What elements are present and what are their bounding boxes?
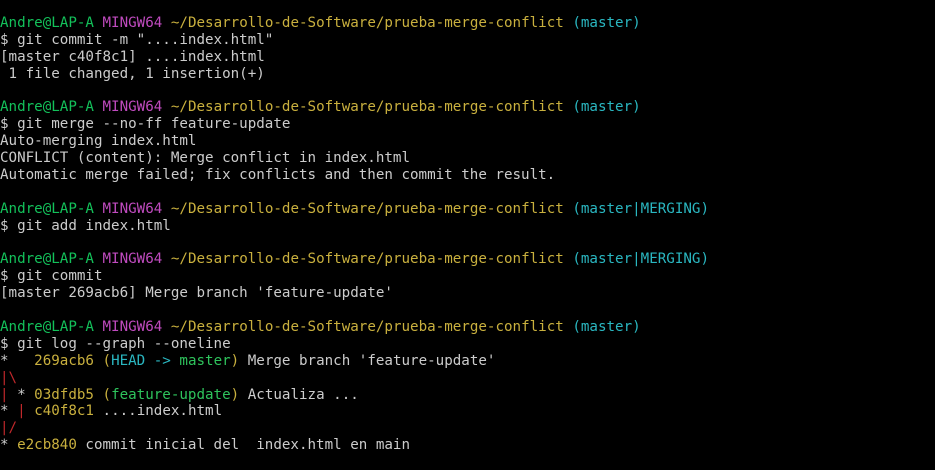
- terminal-line: * e2cb840 commit inicial del index.html …: [0, 437, 935, 454]
- terminal-line: [master c40f8c1] ....index.html: [0, 49, 935, 66]
- terminal-text-segment: ): [230, 352, 240, 369]
- terminal-text-segment: |: [17, 403, 26, 420]
- terminal-line: $ git commit: [0, 268, 935, 285]
- terminal-text-segment: MINGW64: [102, 251, 163, 268]
- terminal-text-segment: (master): [563, 319, 641, 336]
- terminal-text-segment: HEAD ->: [111, 352, 180, 369]
- terminal-line: [master 269acb6] Merge branch 'feature-u…: [0, 285, 935, 302]
- terminal-text-segment: c40f8c1: [34, 403, 94, 420]
- terminal-text-segment: Actualiza ...: [239, 386, 359, 403]
- terminal-window[interactable]: Andre@LAP-A MINGW64 ~/Desarrollo-de-Soft…: [0, 15, 935, 454]
- terminal-text-segment: *: [0, 403, 18, 420]
- terminal-line: Automatic merge failed; fix conflicts an…: [0, 167, 935, 184]
- terminal-text-segment: ~/Desarrollo-de-Software/prueba-merge-co…: [170, 319, 564, 336]
- terminal-text-segment: |\: [0, 369, 18, 386]
- terminal-text-segment: Andre@LAP-A: [0, 319, 94, 336]
- terminal-text-segment: 1 file changed, 1 insertion(+): [0, 65, 265, 82]
- terminal-text-segment: MINGW64: [102, 200, 163, 217]
- terminal-text-segment: $ git add index.html: [0, 217, 171, 234]
- terminal-text-segment: 269acb6: [34, 352, 94, 369]
- terminal-line: |\: [0, 370, 935, 387]
- terminal-line: Andre@LAP-A MINGW64 ~/Desarrollo-de-Soft…: [0, 251, 935, 268]
- terminal-line: $ git add index.html: [0, 218, 935, 235]
- terminal-text-segment: $ git log --graph --oneline: [0, 335, 231, 352]
- terminal-text-segment: Andre@LAP-A: [0, 15, 94, 31]
- terminal-text-segment: ~/Desarrollo-de-Software/prueba-merge-co…: [170, 200, 564, 217]
- terminal-line: CONFLICT (content): Merge conflict in in…: [0, 150, 935, 167]
- terminal-text-segment: Andre@LAP-A: [0, 99, 94, 116]
- terminal-text-segment: |: [0, 386, 9, 403]
- terminal-text-segment: $ git commit: [0, 268, 103, 285]
- terminal-text-segment: Merge branch 'feature-update': [239, 352, 496, 369]
- terminal-text-segment: *: [0, 437, 18, 454]
- terminal-text-segment: ): [230, 386, 240, 403]
- terminal-text-segment: MINGW64: [102, 99, 163, 116]
- terminal-text-segment: master: [179, 352, 231, 369]
- terminal-text-segment: [master c40f8c1] ....index.html: [0, 48, 265, 65]
- terminal-text-segment: $ git commit -m "....index.html": [0, 31, 274, 48]
- terminal-text-segment: (master|MERGING): [563, 200, 709, 217]
- terminal-line: | * 03dfdb5 (feature-update) Actualiza .…: [0, 387, 935, 404]
- terminal-text-segment: Andre@LAP-A: [0, 200, 94, 217]
- terminal-text-segment: Auto-merging index.html: [0, 133, 197, 150]
- terminal-text-segment: (master): [563, 15, 641, 31]
- terminal-text-segment: ~/Desarrollo-de-Software/prueba-merge-co…: [170, 15, 564, 31]
- terminal-text-segment: ....index.html: [93, 403, 223, 420]
- terminal-text-segment: e2cb840: [17, 437, 77, 454]
- terminal-text-segment: *: [8, 386, 35, 403]
- terminal-text-segment: [master 269acb6] Merge branch 'feature-u…: [0, 285, 393, 302]
- terminal-line: Andre@LAP-A MINGW64 ~/Desarrollo-de-Soft…: [0, 99, 935, 116]
- terminal-text-segment: CONFLICT (content): Merge conflict in in…: [0, 150, 410, 167]
- terminal-text-segment: (: [93, 352, 112, 369]
- terminal-line: 1 file changed, 1 insertion(+): [0, 66, 935, 83]
- terminal-text-segment: (master|MERGING): [563, 251, 709, 268]
- terminal-text-segment: *: [0, 352, 35, 369]
- terminal-line: $ git commit -m "....index.html": [0, 32, 935, 49]
- terminal-text-segment: 03dfdb5: [34, 386, 94, 403]
- terminal-line: Andre@LAP-A MINGW64 ~/Desarrollo-de-Soft…: [0, 201, 935, 218]
- terminal-line: * | c40f8c1 ....index.html: [0, 403, 935, 420]
- terminal-text-segment: commit inicial del index.html en main: [76, 437, 411, 454]
- terminal-text-segment: Andre@LAP-A: [0, 251, 94, 268]
- terminal-text-segment: (master): [563, 99, 641, 116]
- terminal-line: Andre@LAP-A MINGW64 ~/Desarrollo-de-Soft…: [0, 15, 935, 32]
- terminal-text-segment: MINGW64: [102, 15, 163, 31]
- terminal-line: Auto-merging index.html: [0, 133, 935, 150]
- terminal-text-segment: $ git merge --no-ff feature-update: [0, 116, 291, 133]
- terminal-text-segment: Automatic merge failed; fix conflicts an…: [0, 167, 556, 184]
- terminal-line: * 269acb6 (HEAD -> master) Merge branch …: [0, 353, 935, 370]
- terminal-text-segment: |/: [0, 420, 18, 437]
- terminal-line: |/: [0, 420, 935, 437]
- terminal-text-segment: feature-update: [111, 386, 231, 403]
- terminal-text-segment: MINGW64: [102, 319, 163, 336]
- terminal-line: $ git log --graph --oneline: [0, 336, 935, 353]
- terminal-line: $ git merge --no-ff feature-update: [0, 116, 935, 133]
- terminal-text-segment: (: [93, 386, 112, 403]
- terminal-text-segment: ~/Desarrollo-de-Software/prueba-merge-co…: [170, 99, 564, 116]
- terminal-line: Andre@LAP-A MINGW64 ~/Desarrollo-de-Soft…: [0, 319, 935, 336]
- terminal-text-segment: ~/Desarrollo-de-Software/prueba-merge-co…: [170, 251, 564, 268]
